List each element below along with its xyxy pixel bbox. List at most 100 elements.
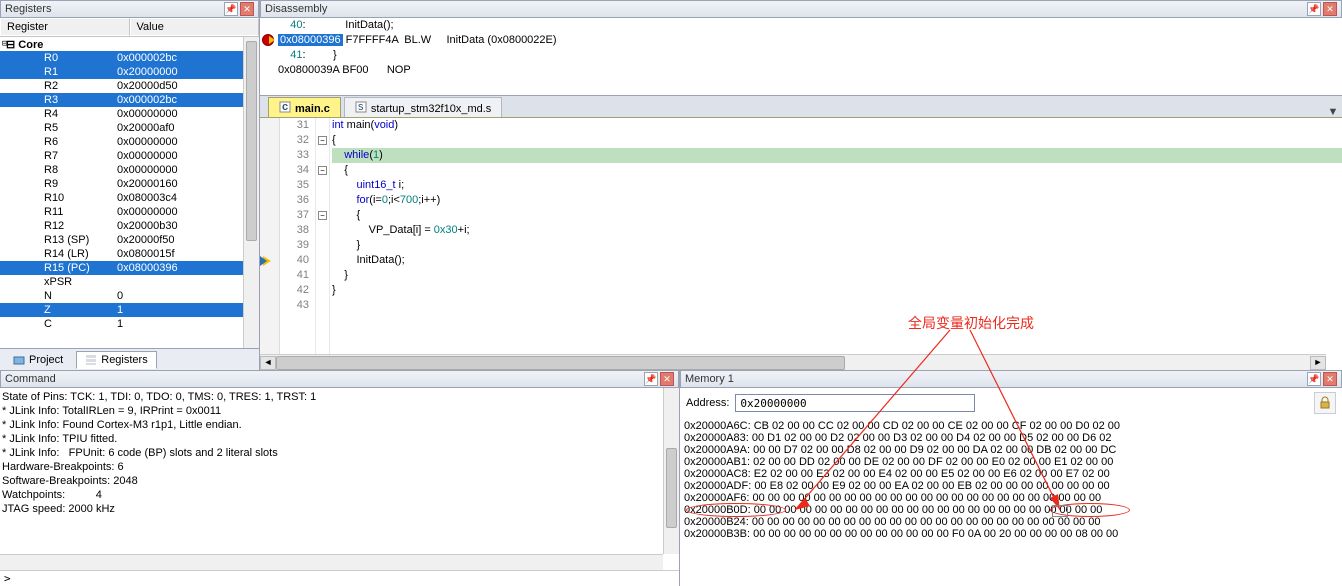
fold-toggle-icon[interactable]: −: [318, 136, 327, 145]
register-row[interactable]: xPSR: [0, 275, 259, 289]
registers-table-header: Register Value: [0, 18, 259, 37]
pin-icon[interactable]: 📌: [1307, 2, 1321, 16]
code-line[interactable]: {: [332, 208, 1342, 223]
memory-row[interactable]: 0x20000A83: 00 D1 02 00 00 D2 02 00 00 D…: [684, 432, 1338, 444]
register-row[interactable]: R50x20000af0: [0, 121, 259, 135]
register-row[interactable]: Z1: [0, 303, 259, 317]
command-vscrollbar[interactable]: [663, 388, 679, 554]
code-line[interactable]: while(1): [332, 148, 1342, 163]
disassembly-line[interactable]: 41: }: [260, 48, 1342, 63]
close-icon[interactable]: ✕: [660, 372, 674, 386]
disassembly-body[interactable]: 40: InitData();0x08000396 F7FFFF4A BL.W …: [260, 18, 1342, 96]
memory-row[interactable]: 0x20000AB1: 02 00 00 DD 02 00 00 DE 02 0…: [684, 456, 1338, 468]
memory-row[interactable]: 0x20000B0D: 00 00 00 00 00 00 00 00 00 0…: [684, 504, 1338, 516]
register-row[interactable]: R13 (SP)0x20000f50: [0, 233, 259, 247]
register-row[interactable]: R90x20000160: [0, 177, 259, 191]
code-line[interactable]: }: [332, 238, 1342, 253]
address-label: Address:: [686, 397, 729, 409]
col-register[interactable]: Register: [0, 18, 130, 36]
memory-dump[interactable]: 0x20000A6C: CB 02 00 00 CC 02 00 00 CD 0…: [680, 418, 1342, 586]
command-panel-header: Command 📌 ✕: [0, 370, 679, 388]
code-line[interactable]: for(i=0;i<700;i++): [332, 193, 1342, 208]
command-prompt: >: [0, 572, 15, 585]
disassembly-line[interactable]: 0x0800039A BF00 NOP: [260, 63, 1342, 78]
close-icon[interactable]: ✕: [240, 2, 254, 16]
memory-row[interactable]: 0x20000A6C: CB 02 00 00 CC 02 00 00 CD 0…: [684, 420, 1338, 432]
register-row[interactable]: R15 (PC)0x08000396: [0, 261, 259, 275]
code-line[interactable]: {: [332, 133, 1342, 148]
register-row[interactable]: R80x00000000: [0, 163, 259, 177]
address-input[interactable]: [735, 394, 975, 412]
close-icon[interactable]: ✕: [1323, 372, 1337, 386]
svg-text:c: c: [282, 101, 288, 113]
execution-marker-icon: [260, 256, 267, 266]
pin-icon[interactable]: 📌: [644, 372, 658, 386]
register-row[interactable]: R100x080003c4: [0, 191, 259, 205]
register-row[interactable]: R00x000002bc: [0, 51, 259, 65]
breakpoint-marker-icon: [262, 34, 274, 46]
fold-toggle-icon[interactable]: −: [318, 211, 327, 220]
register-row[interactable]: R10x20000000: [0, 65, 259, 79]
register-row[interactable]: R20x20000d50: [0, 79, 259, 93]
lock-icon[interactable]: [1314, 392, 1336, 414]
memory-row[interactable]: 0x20000ADF: 00 E8 02 00 00 E9 02 00 00 E…: [684, 480, 1338, 492]
memory-title: Memory 1: [685, 373, 1307, 385]
code-line[interactable]: int main(void): [332, 118, 1342, 133]
disassembly-panel-header: Disassembly 📌 ✕: [260, 0, 1342, 18]
registers-body[interactable]: ⊟ Core R00x000002bcR10x20000000R20x20000…: [0, 37, 259, 348]
register-row[interactable]: R14 (LR)0x0800015f: [0, 247, 259, 261]
code-line[interactable]: {: [332, 163, 1342, 178]
code-line[interactable]: }: [332, 268, 1342, 283]
register-row[interactable]: R70x00000000: [0, 149, 259, 163]
memory-panel-header: Memory 1 📌 ✕: [680, 370, 1342, 388]
command-hscrollbar[interactable]: [0, 554, 663, 570]
memory-row[interactable]: 0x20000AC8: E2 02 00 00 E3 02 00 00 E4 0…: [684, 468, 1338, 480]
project-icon: [13, 354, 25, 366]
register-row[interactable]: R110x00000000: [0, 205, 259, 219]
close-icon[interactable]: ✕: [1323, 2, 1337, 16]
command-output[interactable]: State of Pins: TCK: 1, TDI: 0, TDO: 0, T…: [0, 388, 679, 570]
disassembly-line[interactable]: 0x08000396 F7FFFF4A BL.W InitData (0x080…: [260, 33, 1342, 48]
code-editor[interactable]: 31323334353637383940414243 −−− int main(…: [260, 118, 1342, 370]
memory-row[interactable]: 0x20000B3B: 00 00 00 00 00 00 00 00 00 0…: [684, 528, 1338, 540]
annotation-text: 全局变量初始化完成: [908, 313, 1034, 333]
tab-startup-s[interactable]: s startup_stm32f10x_md.s: [344, 97, 502, 119]
disassembly-title: Disassembly: [265, 3, 1307, 15]
code-line[interactable]: }: [332, 283, 1342, 298]
pin-icon[interactable]: 📌: [1307, 372, 1321, 386]
fold-toggle-icon[interactable]: −: [318, 166, 327, 175]
pin-icon[interactable]: 📌: [224, 2, 238, 16]
register-row[interactable]: R120x20000b30: [0, 219, 259, 233]
tab-dropdown-icon[interactable]: ▼: [1324, 106, 1342, 118]
registers-title: Registers: [5, 3, 224, 15]
code-line[interactable]: InitData();: [332, 253, 1342, 268]
disassembly-line[interactable]: 40: InitData();: [260, 18, 1342, 33]
code-line[interactable]: uint16_t i;: [332, 178, 1342, 193]
code-line[interactable]: [332, 298, 1342, 313]
register-row[interactable]: R60x00000000: [0, 135, 259, 149]
register-row[interactable]: C1: [0, 317, 259, 331]
tab-main-c[interactable]: c main.c: [268, 97, 341, 119]
editor-hscrollbar[interactable]: ◄ ►: [260, 354, 1326, 370]
registers-panel-header: Registers 📌 ✕: [0, 0, 259, 18]
command-input[interactable]: [15, 572, 679, 586]
registers-scrollbar[interactable]: [243, 37, 259, 348]
register-row[interactable]: N0: [0, 289, 259, 303]
scroll-right-icon[interactable]: ►: [1310, 356, 1326, 370]
col-value[interactable]: Value: [130, 18, 260, 36]
memory-row[interactable]: 0x20000B24: 00 00 00 00 00 00 00 00 00 0…: [684, 516, 1338, 528]
tab-registers[interactable]: Registers: [76, 351, 156, 369]
register-row[interactable]: R40x00000000: [0, 107, 259, 121]
svg-text:s: s: [358, 101, 364, 113]
register-row[interactable]: R30x000002bc: [0, 93, 259, 107]
c-file-icon: c: [279, 101, 291, 116]
scroll-left-icon[interactable]: ◄: [260, 356, 276, 370]
memory-row[interactable]: 0x20000AF6: 00 00 00 00 00 00 00 00 00 0…: [684, 492, 1338, 504]
registers-icon: [85, 354, 97, 366]
command-title: Command: [5, 373, 644, 385]
tab-project[interactable]: Project: [4, 351, 72, 369]
memory-row[interactable]: 0x20000A9A: 00 00 D7 02 00 00 D8 02 00 0…: [684, 444, 1338, 456]
asm-file-icon: s: [355, 101, 367, 116]
code-line[interactable]: VP_Data[i] = 0x30+i;: [332, 223, 1342, 238]
tree-node-core[interactable]: ⊟ Core: [0, 37, 259, 51]
